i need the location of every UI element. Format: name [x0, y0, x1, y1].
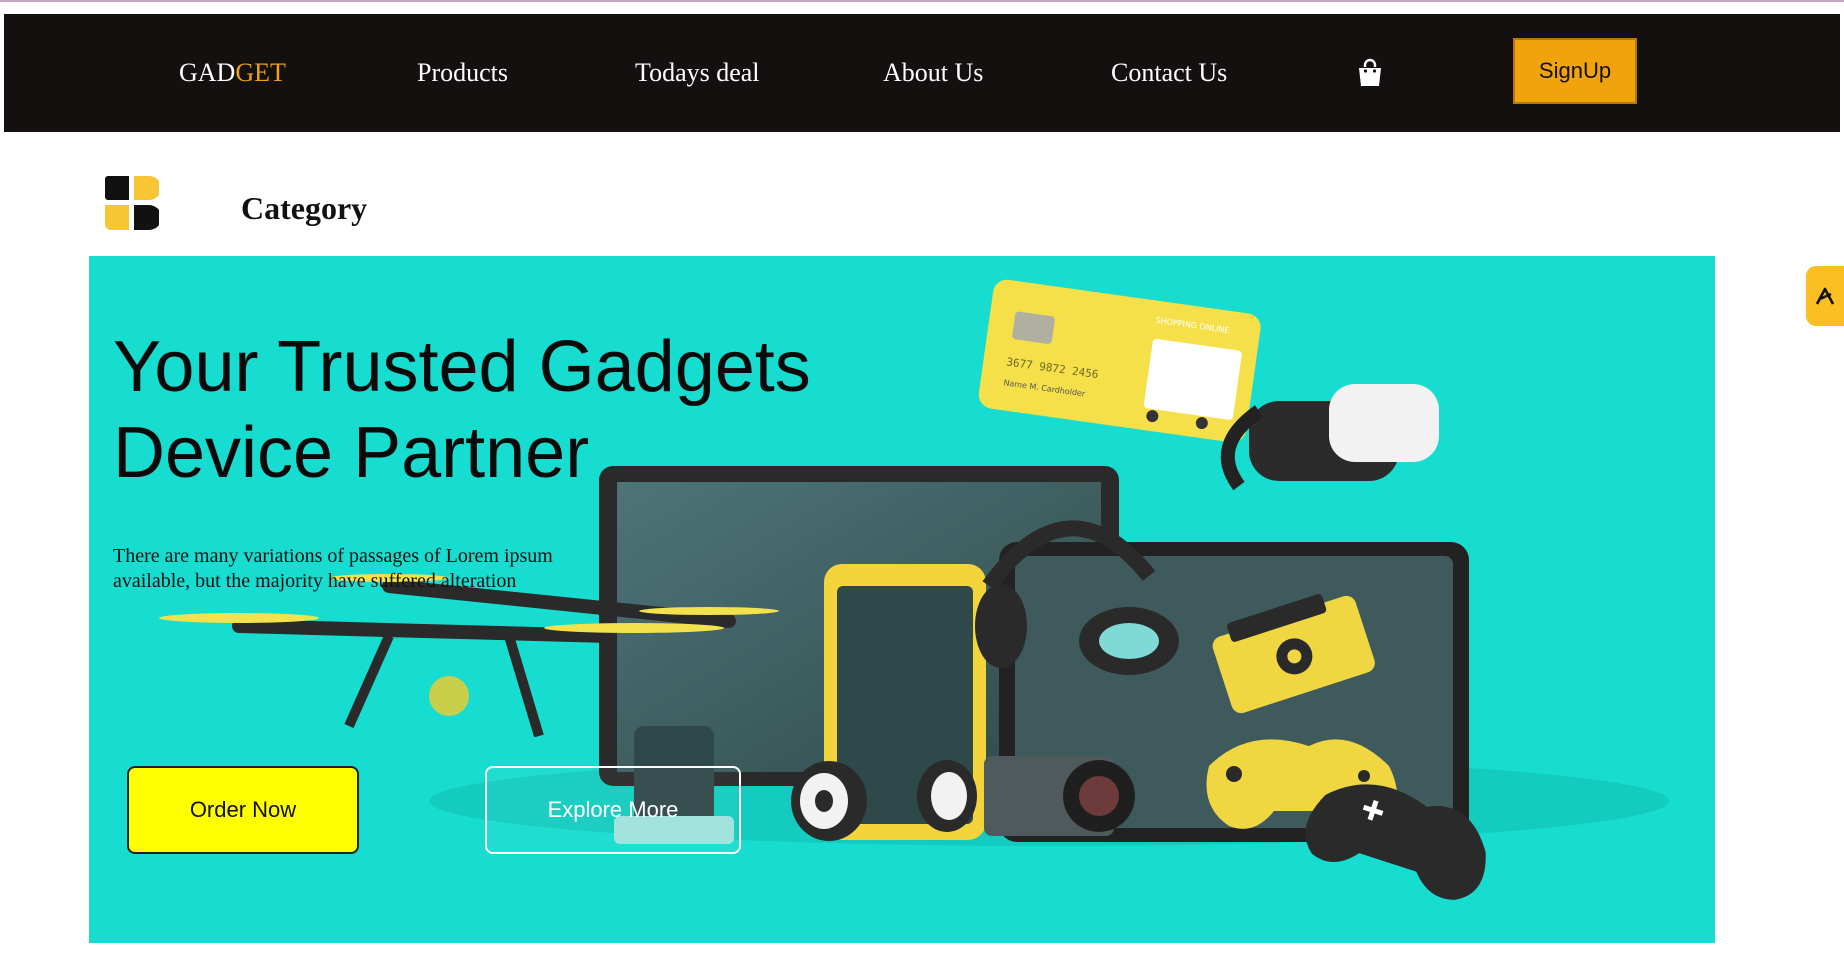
nav-link-products[interactable]: Products	[417, 14, 508, 132]
top-border	[0, 0, 1844, 2]
nav-link-about-us[interactable]: About Us	[883, 14, 983, 132]
hero-title: Your Trusted Gadgets Device Partner	[113, 324, 1013, 496]
brand-text-primary: GAD	[179, 58, 236, 87]
brand-text-accent: GET	[235, 58, 286, 87]
shopping-bag-icon[interactable]	[1356, 58, 1384, 88]
brand-logo[interactable]: GADGET	[179, 14, 286, 132]
explore-more-button[interactable]: Explore More	[485, 766, 741, 854]
signup-button[interactable]: SignUp	[1513, 38, 1637, 104]
hero-description: There are many variations of passages of…	[113, 545, 553, 592]
accessibility-icon	[1815, 287, 1835, 305]
hero-title-line1: Your Trusted Gadgets	[113, 327, 811, 407]
hero-title-line2: Device Partner	[113, 413, 590, 493]
order-now-button[interactable]: Order Now	[127, 766, 359, 854]
navbar: GADGET Products Todays deal About Us Con…	[4, 14, 1840, 132]
hero-banner: SHOPPING ONLINE 3677 9872 2456 Name M. C…	[89, 256, 1715, 943]
category-grid-icon[interactable]	[105, 176, 162, 230]
nav-link-todays-deal[interactable]: Todays deal	[635, 14, 760, 132]
category-title: Category	[241, 190, 368, 226]
accessibility-widget-button[interactable]	[1806, 266, 1844, 326]
nav-link-contact-us[interactable]: Contact Us	[1111, 14, 1227, 132]
